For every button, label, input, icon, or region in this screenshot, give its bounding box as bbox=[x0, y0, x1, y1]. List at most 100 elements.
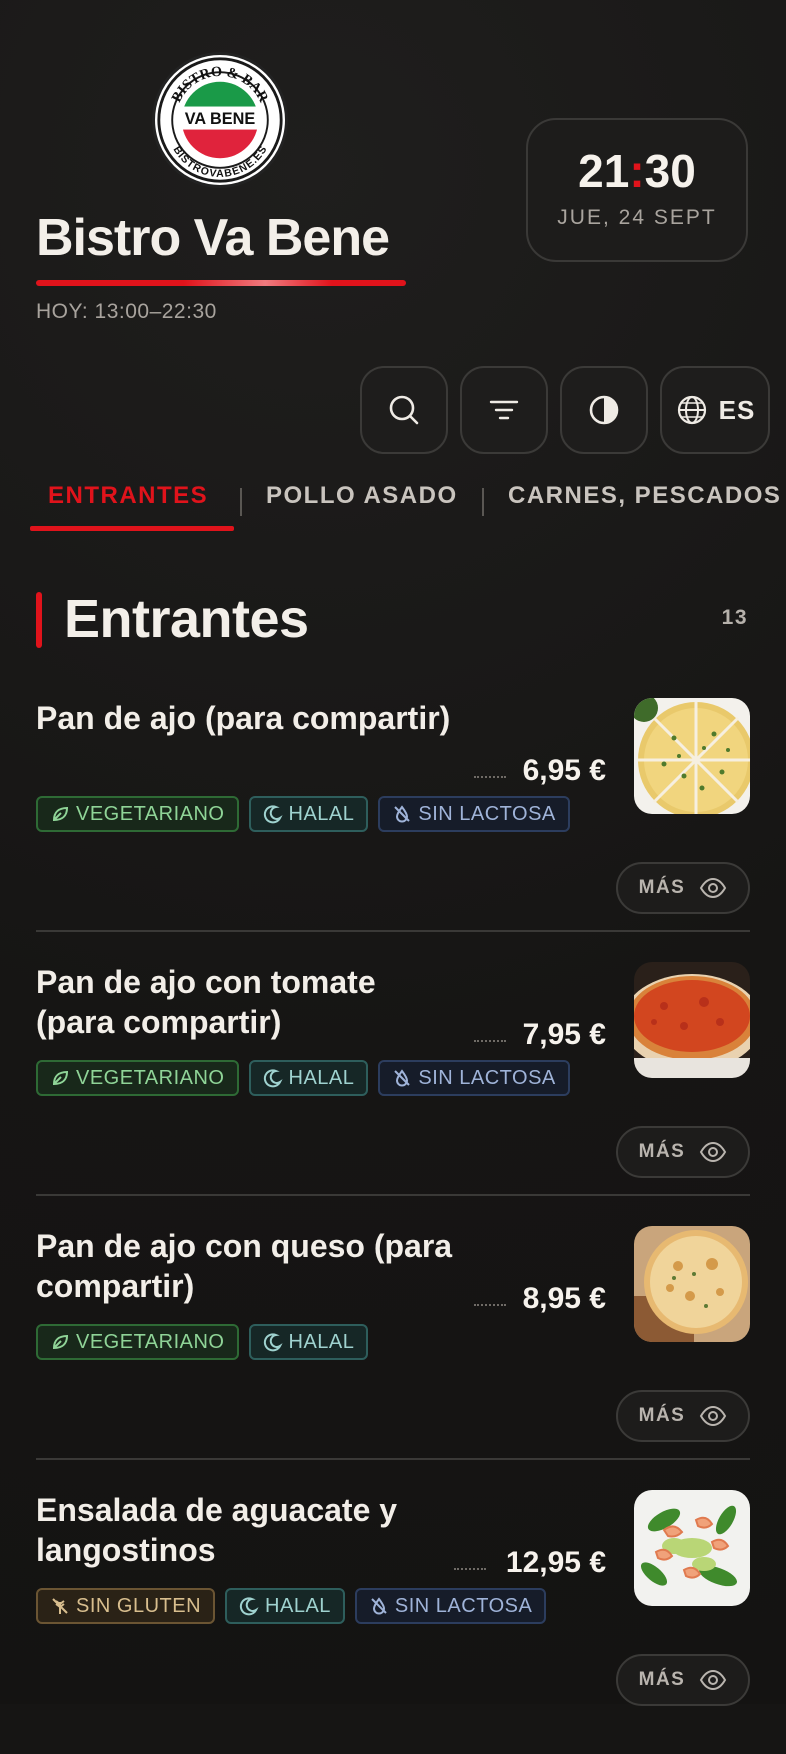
search-icon bbox=[389, 395, 419, 425]
leaf-icon bbox=[52, 806, 69, 822]
active-tab-indicator bbox=[30, 526, 234, 531]
menu-page: VA BENE BISTRO & BAR BISTROVABENE.ES Bis… bbox=[0, 0, 786, 1706]
tag-label: VEGETARIANO bbox=[76, 1330, 225, 1353]
language-button[interactable]: ES bbox=[660, 366, 770, 454]
more-label: MÁS bbox=[638, 1405, 686, 1426]
item-photo-avocado-prawn-salad[interactable] bbox=[634, 1490, 750, 1606]
tag-label: SIN GLUTEN bbox=[76, 1594, 202, 1617]
menu-item[interactable]: Ensalada de aguacate y langostinos 12,95… bbox=[36, 1490, 750, 1754]
clock-hours: 21 bbox=[578, 145, 630, 197]
search-button[interactable] bbox=[360, 366, 448, 454]
price-leader-dots bbox=[454, 1568, 486, 1570]
svg-text:VA BENE: VA BENE bbox=[185, 110, 256, 128]
item-divider bbox=[36, 1194, 750, 1196]
price-leader-dots bbox=[474, 776, 506, 778]
crescent-icon bbox=[263, 1069, 283, 1088]
item-photo-cheese-bread[interactable] bbox=[634, 1226, 750, 1342]
dietary-tags: VEGETARIANO HALAL bbox=[36, 1324, 369, 1360]
eye-icon bbox=[700, 877, 727, 899]
eye-icon bbox=[700, 1669, 727, 1691]
tag-vegetarian: VEGETARIANO bbox=[36, 796, 239, 832]
more-button[interactable]: MÁS bbox=[616, 862, 750, 914]
eye-icon bbox=[700, 1141, 727, 1163]
tag-lactose-free: SIN LACTOSA bbox=[354, 1588, 547, 1624]
tag-vegetarian: VEGETARIANO bbox=[36, 1324, 239, 1360]
tab-separator bbox=[240, 488, 242, 516]
tag-halal: HALAL bbox=[248, 1060, 369, 1096]
price-leader-dots bbox=[474, 1040, 506, 1042]
theme-toggle-button[interactable] bbox=[560, 366, 648, 454]
tag-halal: HALAL bbox=[225, 1588, 345, 1624]
menu-item[interactable]: Pan de ajo con tomate (para compartir) 7… bbox=[36, 962, 750, 1226]
item-photo-tomato-bread[interactable] bbox=[634, 962, 750, 1078]
globe-icon bbox=[677, 395, 706, 425]
no-drop-icon bbox=[394, 805, 411, 823]
no-wheat-icon bbox=[52, 1598, 68, 1614]
clock-widget: 21:30 JUE, 24 SEPT bbox=[526, 118, 748, 262]
more-button[interactable]: MÁS bbox=[616, 1654, 750, 1706]
item-price: 7,95 € bbox=[522, 1018, 606, 1051]
item-price: 12,95 € bbox=[505, 1546, 606, 1579]
item-divider bbox=[36, 930, 750, 932]
tab-entrantes[interactable]: ENTRANTES bbox=[48, 482, 208, 510]
more-label: MÁS bbox=[638, 877, 686, 898]
contrast-icon bbox=[589, 395, 619, 425]
opening-hours: HOY: 13:00–22:30 bbox=[36, 300, 217, 323]
menu-item[interactable]: Pan de ajo (para compartir) 6,95 € VEGET… bbox=[36, 698, 750, 962]
no-drop-icon bbox=[394, 1069, 411, 1087]
tag-gluten-free: SIN GLUTEN bbox=[36, 1588, 216, 1624]
category-tabs: ENTRANTES POLLO ASADO CARNES, PESCADOS bbox=[30, 482, 786, 532]
section-title: Entrantes bbox=[64, 589, 309, 649]
leaf-icon bbox=[52, 1070, 69, 1086]
tag-vegetarian: VEGETARIANO bbox=[36, 1060, 239, 1096]
clock-time: 21:30 bbox=[528, 144, 746, 198]
tag-label: HALAL bbox=[288, 1066, 355, 1089]
clock-colon: : bbox=[629, 145, 645, 197]
filter-button[interactable] bbox=[460, 366, 548, 454]
bistro-logo: VA BENE BISTRO & BAR BISTROVABENE.ES bbox=[152, 52, 288, 188]
eye-icon bbox=[700, 1405, 727, 1427]
item-price: 6,95 € bbox=[522, 754, 606, 787]
item-price: 8,95 € bbox=[522, 1282, 606, 1315]
menu-item[interactable]: Pan de ajo con queso (para compartir) 8,… bbox=[36, 1226, 750, 1490]
title-underline bbox=[36, 280, 406, 286]
tab-separator bbox=[482, 488, 484, 516]
leaf-icon bbox=[52, 1334, 69, 1350]
item-name: Pan de ajo con queso (para compartir) bbox=[36, 1228, 453, 1304]
tag-label: SIN LACTOSA bbox=[394, 1594, 533, 1617]
filter-icon bbox=[489, 400, 519, 420]
item-name: Pan de ajo con tomate (para compartir) bbox=[36, 964, 376, 1040]
tag-label: HALAL bbox=[265, 1594, 331, 1617]
tag-lactose-free: SIN LACTOSA bbox=[378, 796, 570, 832]
section-item-count: 13 bbox=[721, 606, 748, 629]
tag-halal: HALAL bbox=[248, 1324, 369, 1360]
tag-label: HALAL bbox=[288, 802, 355, 825]
tab-carnes-pescados[interactable]: CARNES, PESCADOS bbox=[508, 482, 781, 510]
tag-label: SIN LACTOSA bbox=[418, 1066, 556, 1089]
no-drop-icon bbox=[371, 1597, 387, 1615]
language-code: ES bbox=[718, 394, 756, 425]
more-button[interactable]: MÁS bbox=[616, 1126, 750, 1178]
tag-label: VEGETARIANO bbox=[76, 802, 225, 825]
crescent-icon bbox=[263, 1333, 283, 1352]
item-name: Ensalada de aguacate y langostinos bbox=[36, 1492, 398, 1568]
crescent-icon bbox=[239, 1597, 259, 1616]
dietary-tags: VEGETARIANO HALAL SIN LACTOSA bbox=[36, 1060, 570, 1096]
tab-pollo-asado[interactable]: POLLO ASADO bbox=[266, 482, 458, 510]
section-accent-bar bbox=[36, 592, 42, 648]
tag-label: HALAL bbox=[288, 1330, 355, 1353]
item-photo-garlic-bread[interactable] bbox=[634, 698, 750, 814]
tag-halal: HALAL bbox=[248, 796, 369, 832]
clock-date: JUE, 24 SEPT bbox=[557, 206, 717, 229]
price-leader-dots bbox=[474, 1304, 506, 1306]
dietary-tags: SIN GLUTEN HALAL SIN LACTOSA bbox=[36, 1588, 547, 1624]
tag-label: SIN LACTOSA bbox=[418, 802, 556, 825]
crescent-icon bbox=[263, 805, 283, 824]
more-label: MÁS bbox=[638, 1669, 686, 1690]
more-button[interactable]: MÁS bbox=[616, 1390, 750, 1442]
dietary-tags: VEGETARIANO HALAL SIN LACTOSA bbox=[36, 796, 570, 832]
tag-label: VEGETARIANO bbox=[76, 1066, 225, 1089]
item-divider bbox=[36, 1458, 750, 1460]
restaurant-title: Bistro Va Bene bbox=[36, 209, 390, 267]
more-label: MÁS bbox=[638, 1141, 686, 1162]
